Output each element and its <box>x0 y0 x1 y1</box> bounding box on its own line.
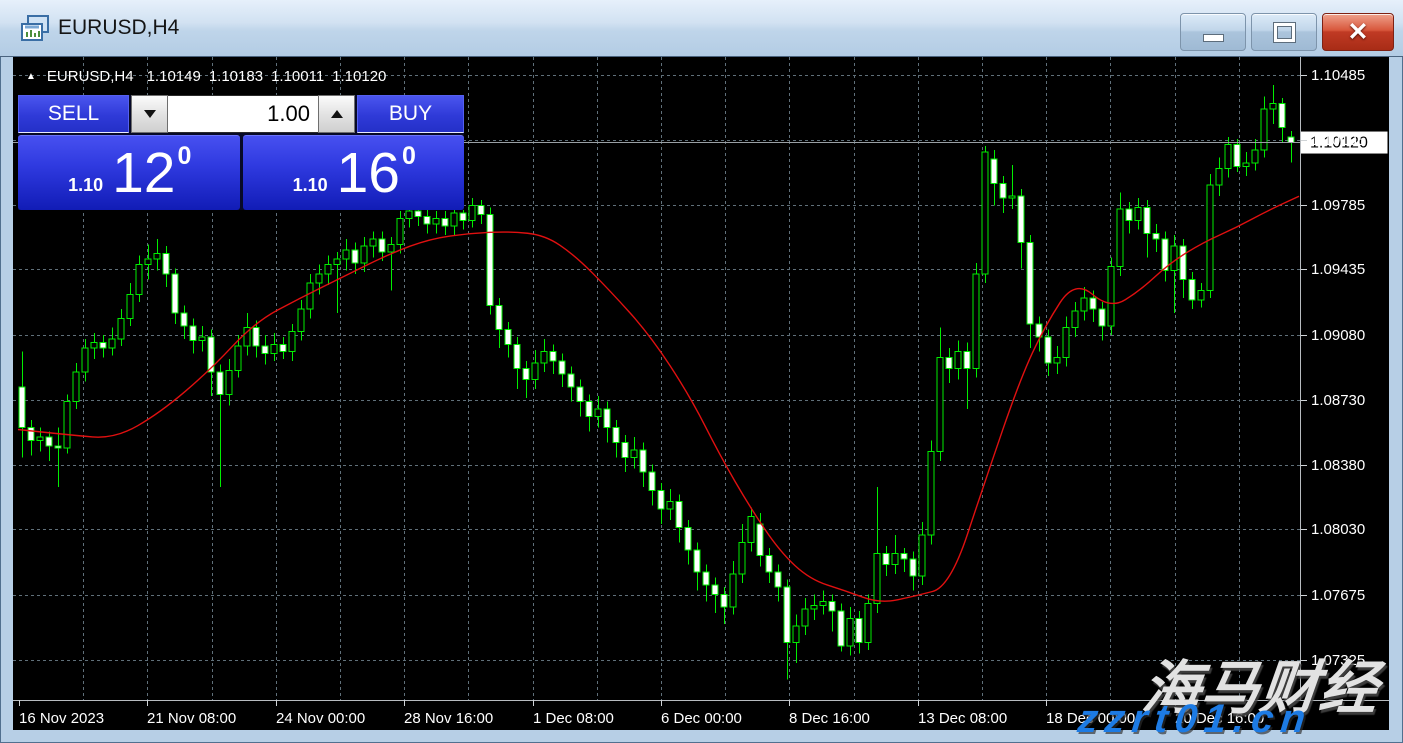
sell-price-sup: 0 <box>178 142 192 171</box>
header-close: 1.10120 <box>332 68 386 85</box>
one-click-trading-panel: SELL BUY 1.10 12 0 1.10 16 0 <box>18 95 464 210</box>
chart-window-icon <box>20 15 50 42</box>
watermark-url: zzrt01.cn <box>1076 697 1315 742</box>
window-controls: ✕ <box>1180 13 1394 51</box>
sell-price-big: 12 <box>112 140 175 206</box>
sell-button[interactable]: SELL <box>18 95 129 133</box>
header-low: 1.10011 <box>271 68 324 85</box>
buy-price-small: 1.10 <box>293 175 328 196</box>
close-icon: ✕ <box>1348 20 1369 45</box>
restore-icon <box>1274 23 1295 42</box>
sell-price-small: 1.10 <box>68 175 103 196</box>
lot-increase-button[interactable] <box>318 95 355 133</box>
buy-price-big: 16 <box>337 140 400 206</box>
chart-ohlc-header: ▲ EURUSD,H4 1.10149 1.10183 1.10011 1.10… <box>26 66 394 86</box>
buy-price-sup: 0 <box>402 142 416 171</box>
restore-button[interactable] <box>1251 13 1317 51</box>
mt4-chart-window: EURUSD,H4 ✕ 1.10120 1.104851.101351.0978… <box>0 0 1403 743</box>
minimize-icon <box>1203 34 1224 42</box>
buy-button[interactable]: BUY <box>357 95 464 133</box>
chevron-down-icon <box>144 110 156 118</box>
header-high: 1.10183 <box>209 68 263 85</box>
collapse-panel-icon[interactable]: ▲ <box>26 71 36 82</box>
window-titlebar[interactable]: EURUSD,H4 ✕ <box>0 0 1403 57</box>
lot-decrease-button[interactable] <box>131 95 168 133</box>
minimize-button[interactable] <box>1180 13 1246 51</box>
chevron-up-icon <box>331 110 343 118</box>
window-title: EURUSD,H4 <box>58 0 179 56</box>
sell-price-button[interactable]: 1.10 12 0 <box>18 135 240 210</box>
lot-size-input[interactable] <box>168 95 318 133</box>
header-open: 1.10149 <box>147 68 201 85</box>
header-symbol: EURUSD,H4 <box>47 68 134 85</box>
buy-price-button[interactable]: 1.10 16 0 <box>243 135 465 210</box>
close-button[interactable]: ✕ <box>1322 13 1394 51</box>
